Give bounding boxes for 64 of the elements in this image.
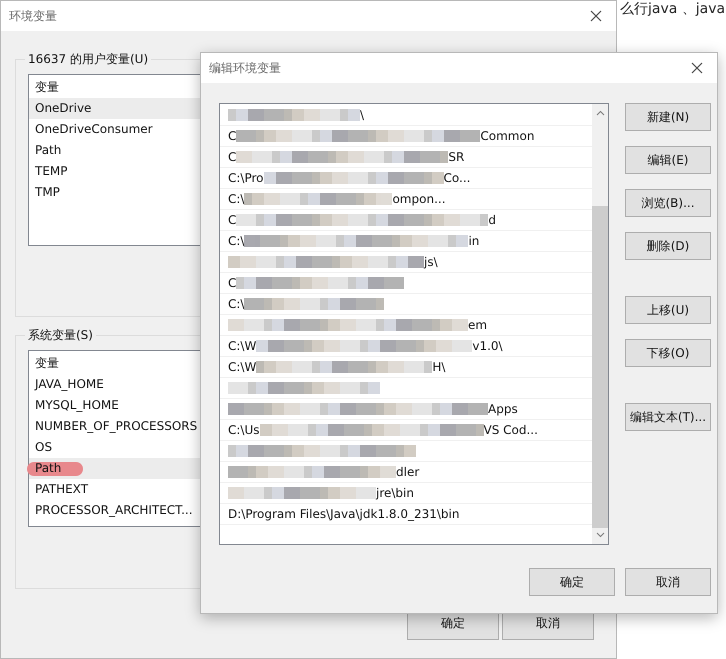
path-entry[interactable]: C SR	[220, 147, 592, 168]
path-text: H\	[432, 360, 446, 374]
scroll-down-icon[interactable]	[596, 532, 604, 538]
path-entry[interactable]: jre\bin	[220, 483, 592, 504]
close-icon[interactable]	[590, 10, 602, 22]
path-text: in	[468, 234, 480, 248]
path-text: C:\Pro	[228, 171, 264, 185]
path-text: C:\Us	[228, 423, 260, 437]
group-title: 系统变量(S)	[27, 327, 94, 344]
action-button[interactable]: 删除(D)	[625, 232, 711, 260]
path-text: C:\	[228, 192, 244, 206]
path-text: C:\W	[228, 339, 256, 353]
path-text: C	[228, 213, 236, 227]
path-text: C:\W	[228, 360, 256, 374]
path-entry[interactable]: C:\Pro Co...	[220, 168, 592, 189]
path-text: C	[228, 129, 236, 143]
action-button[interactable]: 新建(N)	[625, 103, 711, 131]
path-entry[interactable]: \	[220, 105, 592, 126]
path-text: \	[360, 108, 364, 122]
path-text: d	[488, 213, 496, 227]
action-button[interactable]: 上移(U)	[625, 296, 711, 324]
path-entry[interactable]: C:\	[220, 294, 592, 315]
path-text: em	[468, 318, 488, 332]
dialog-button[interactable]: 确定	[529, 568, 615, 596]
path-entry[interactable]: dler	[220, 462, 592, 483]
path-entry[interactable]: C Common	[220, 126, 592, 147]
path-text: ompon...	[392, 192, 446, 206]
path-entry[interactable]: C:\ in	[220, 231, 592, 252]
path-entry[interactable]: C:\W v1.0\	[220, 336, 592, 357]
path-text: js\	[424, 255, 438, 269]
path-text: jre\bin	[376, 486, 414, 500]
path-text: dler	[396, 465, 420, 479]
path-text: Apps	[488, 402, 518, 416]
action-button[interactable]: 浏览(B)...	[625, 189, 711, 217]
path-text: C:\	[228, 297, 244, 311]
path-text: SR	[448, 150, 464, 164]
path-entry[interactable]: em	[220, 315, 592, 336]
close-icon[interactable]	[691, 62, 703, 74]
path-entry[interactable]: C d	[220, 210, 592, 231]
path-entry[interactable]: D:\Program Files\Java\jdk1.8.0_231\bin	[220, 504, 592, 525]
path-entry[interactable]: C	[220, 273, 592, 294]
path-text: C	[228, 150, 236, 164]
path-text: C:\	[228, 234, 244, 248]
path-entry[interactable]: C:\Us VS Cod...	[220, 420, 592, 441]
path-text: Common	[480, 129, 534, 143]
path-text: Co...	[444, 171, 470, 185]
path-entry[interactable]: C:\W H\	[220, 357, 592, 378]
scrollbar[interactable]	[592, 104, 608, 544]
group-title: 16637 的用户变量(U)	[27, 51, 150, 68]
scroll-up-icon[interactable]	[596, 110, 604, 116]
path-text: C	[228, 276, 236, 290]
action-button[interactable]: 编辑文本(T)...	[625, 403, 711, 431]
path-text: D:\Program Files\Java\jdk1.8.0_231\bin	[228, 507, 460, 521]
path-text: VS Cod...	[484, 423, 538, 437]
dialog-button[interactable]: 取消	[625, 568, 711, 596]
window-title: 编辑环境变量	[209, 60, 281, 76]
action-button[interactable]: 编辑(E)	[625, 146, 711, 174]
path-entry[interactable]: Apps	[220, 399, 592, 420]
path-text: v1.0\	[472, 339, 503, 353]
article-text: 么行java 、java	[620, 0, 726, 18]
path-entry[interactable]: js\	[220, 252, 592, 273]
path-entry[interactable]: C:\ ompon...	[220, 189, 592, 210]
action-button[interactable]: 下移(O)	[625, 339, 711, 367]
window-title: 环境变量	[9, 8, 57, 24]
